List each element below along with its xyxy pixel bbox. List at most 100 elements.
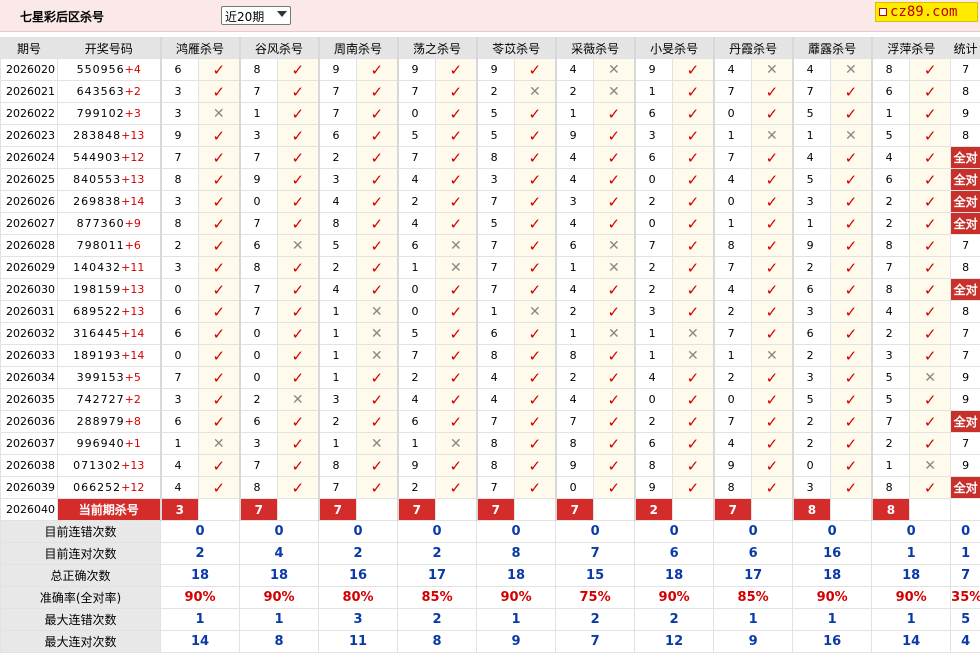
period-cell: 2026029 [0,256,58,279]
check-icon: ✓ [514,124,557,147]
table-row: 2026028 798011+6 2 ✓ 6 ✕ 5 ✓ 6 ✕ 7 ✓ 6 ✕ 7 ✓ 8 ✓ 9 ✓ 8 ✓ 7 [0,234,980,257]
winning-number: 798011 [76,239,125,252]
kill-number-cell: 4 [396,212,437,235]
check-icon: ✓ [593,168,636,191]
cross-icon: ✕ [672,322,715,345]
check-icon: ✓ [672,80,715,103]
winning-number: 689522 [73,305,122,318]
winning-number-cell: 996940+1 [57,432,161,455]
check-icon: ✓ [751,256,794,279]
kill-number-cell: 2 [712,366,753,389]
check-icon: ✓ [830,102,873,125]
kill-number-cell: 7 [396,146,437,169]
kill-number-cell: 3 [475,168,516,191]
site-logo[interactable]: cz89.com [875,2,978,22]
kill-number-cell: 8 [238,58,279,81]
table-row: 2026034 399153+5 7 ✓ 0 ✓ 1 ✓ 2 ✓ 4 ✓ 2 ✓ 4 ✓ 2 ✓ 3 ✓ 5 ✕ 9 [0,366,980,389]
kill-number-cell: 4 [396,168,437,191]
kill-number-cell: 2 [554,366,595,389]
check-icon: ✓ [593,454,636,477]
table-row: 2026036 288979+8 6 ✓ 6 ✓ 2 ✓ 6 ✓ 7 ✓ 7 ✓ 2 ✓ 7 ✓ 2 ✓ 7 ✓ 全对 [0,410,980,433]
cross-icon: ✕ [435,234,478,257]
kill-number-cell: 9 [317,58,358,81]
winning-number: 877360 [76,217,125,230]
logo-square-icon [879,8,887,16]
kill-number-cell: 1 [554,256,595,279]
check-icon: ✓ [830,388,873,411]
kill-number-cell: 2 [870,322,911,345]
stat-value: 17 [397,564,478,587]
cross-icon: ✕ [751,124,794,147]
check-icon: ✓ [909,102,952,125]
stat-row: 最大连对次数 14 8 11 8 9 7 12 9 16 14 4 [0,630,980,653]
stat-value: 6 [713,542,794,565]
winning-number: 544903 [73,151,122,164]
check-icon: ✓ [277,322,320,345]
kill-number-cell: 6 [791,322,832,345]
check-icon: ✓ [197,234,241,257]
stat-value: 2 [634,608,715,631]
check-icon: ✓ [514,344,557,367]
check-icon: ✓ [593,432,636,455]
kill-number-cell: 0 [159,278,199,301]
kill-number-cell: 5 [791,168,832,191]
table-row: 2026024 544903+12 7 ✓ 7 ✓ 2 ✓ 7 ✓ 8 ✓ 4 ✓ 6 ✓ 7 ✓ 4 ✓ 4 ✓ 全对 [0,146,980,169]
kill-number-cell: 2 [870,212,911,235]
all-correct-badge: 全对 [950,168,980,191]
kill-number-cell: 5 [791,388,832,411]
check-icon: ✓ [672,102,715,125]
kill-number-cell: 0 [238,366,279,389]
check-icon: ✓ [356,256,399,279]
stat-row: 最大连错次数 1 1 3 2 1 2 2 1 1 1 5 [0,608,980,631]
stat-value: 5 [950,608,980,631]
check-icon: ✓ [356,388,399,411]
cross-icon: ✕ [197,432,241,455]
bonus-number: +14 [121,327,145,340]
all-correct-badge: 全对 [950,146,980,169]
stat-value: 2 [555,608,636,631]
period-select[interactable]: 近20期 [221,6,291,25]
column-header: 采薇杀号 [554,37,636,59]
cross-icon: ✕ [751,58,794,81]
kill-number-cell: 1 [791,212,832,235]
kill-number-cell: 2 [791,256,832,279]
check-icon: ✓ [277,454,320,477]
kill-number-cell: 8 [159,168,199,191]
check-icon: ✓ [435,366,478,389]
period-cell: 2026025 [0,168,58,191]
column-header: 开奖号码 [57,37,161,59]
current-kill-number: 8 [791,498,832,521]
kill-number-cell: 3 [159,80,199,103]
kill-number-cell: 0 [712,388,753,411]
table-row: 2026038 071302+13 4 ✓ 7 ✓ 8 ✓ 9 ✓ 8 ✓ 9 ✓ 8 ✓ 9 ✓ 0 ✓ 1 ✕ 9 [0,454,980,477]
all-correct-badge: 全对 [950,190,980,213]
bonus-number: +4 [124,63,141,76]
kill-number-cell: 1 [791,124,832,147]
stat-value: 0 [634,520,715,543]
check-icon: ✓ [435,80,478,103]
check-icon: ✓ [514,168,557,191]
kill-number-cell: 6 [238,234,279,257]
chevron-down-icon [277,11,287,17]
stat-value: 16 [318,564,399,587]
stat-value: 16 [792,630,873,653]
check-icon: ✓ [672,190,715,213]
kill-number-cell: 2 [791,432,832,455]
kill-number-cell: 2 [554,80,595,103]
column-header: 小旻杀号 [633,37,715,59]
kill-number-cell: 5 [475,124,516,147]
check-icon: ✓ [197,190,241,213]
kill-number-cell: 6 [159,410,199,433]
stat-value: 90% [634,586,715,609]
top-bar: 七星彩后区杀号 近20期 cz89.com [0,0,980,32]
check-icon: ✓ [356,454,399,477]
check-icon: ✓ [277,410,320,433]
column-header: 浮萍杀号 [870,37,952,59]
all-correct-badge: 全对 [950,212,980,235]
winning-number: 269838 [73,195,122,208]
kill-number-cell: 9 [633,476,674,499]
check-icon: ✓ [277,58,320,81]
kill-number-cell: 2 [633,190,674,213]
check-icon: ✓ [593,388,636,411]
kill-number-cell: 7 [159,366,199,389]
